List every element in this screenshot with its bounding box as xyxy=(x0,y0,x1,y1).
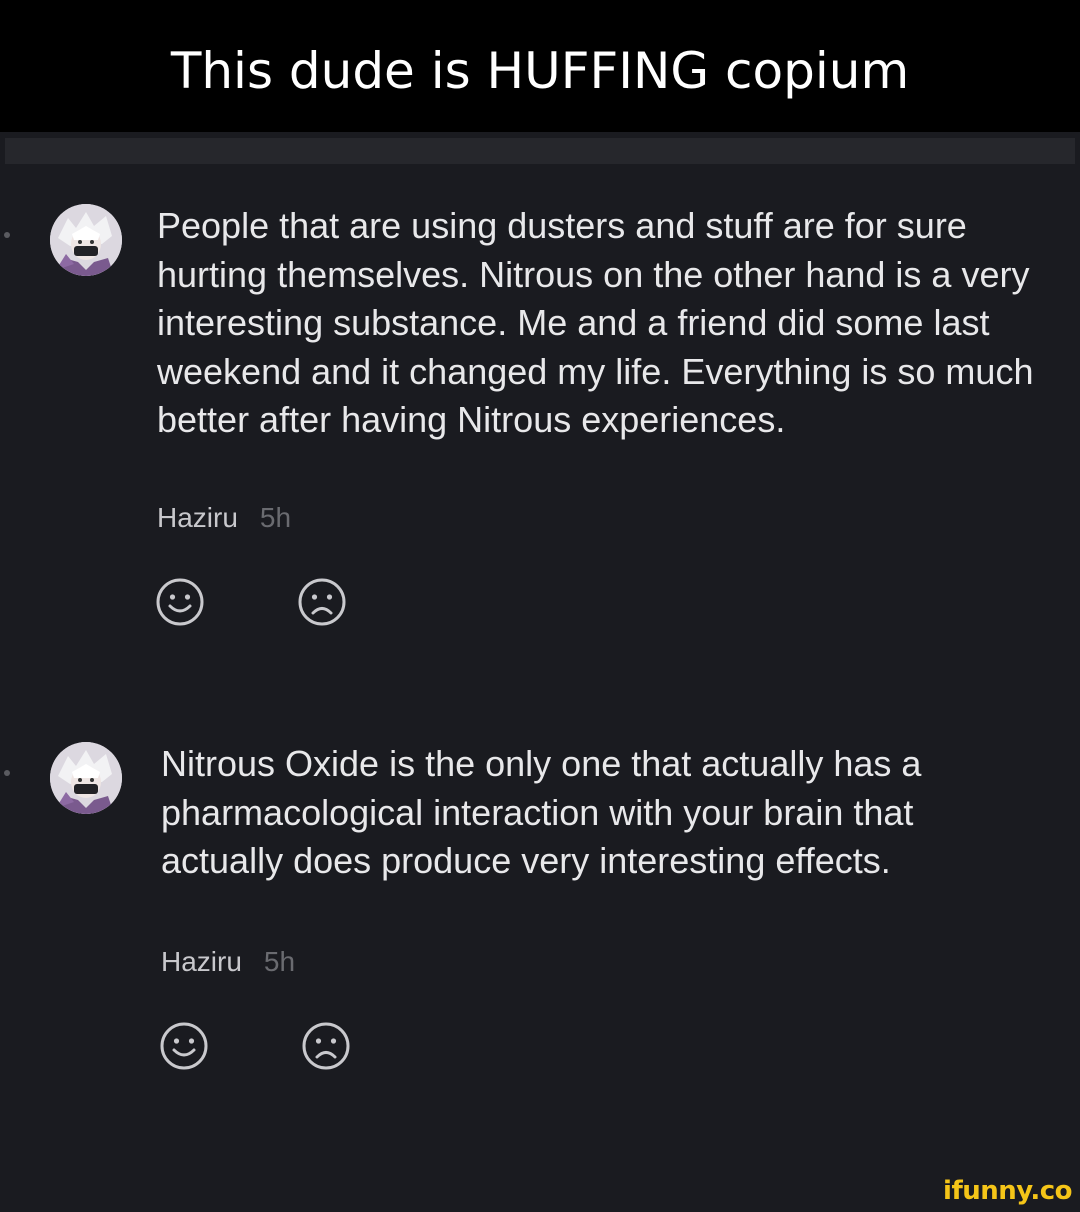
comment-meta: Haziru 5h xyxy=(157,501,291,535)
frown-icon[interactable] xyxy=(300,1020,352,1072)
smile-icon[interactable] xyxy=(158,1020,210,1072)
frown-icon[interactable] xyxy=(296,576,348,628)
ifunny-watermark: ifunny.co xyxy=(943,1176,1072,1206)
comment-text: Nitrous Oxide is the only one that actua… xyxy=(161,743,922,881)
anime-avatar-icon[interactable] xyxy=(50,204,122,276)
bullet-dot xyxy=(4,770,10,776)
caption-bar: This dude is HUFFING copium xyxy=(0,0,1080,132)
bullet-dot xyxy=(4,232,10,238)
top-strip xyxy=(5,138,1075,164)
comment-author[interactable]: Haziru xyxy=(157,502,238,533)
comment-time: 5h xyxy=(263,946,296,977)
anime-avatar-icon[interactable] xyxy=(50,742,122,814)
screenshot-page: This dude is HUFFING copium People that … xyxy=(0,0,1080,1212)
comment-author[interactable]: Haziru xyxy=(161,946,242,977)
comment-text: People that are using dusters and stuff … xyxy=(157,205,1034,440)
comment-time: 5h xyxy=(259,502,292,533)
meme-caption: This dude is HUFFING copium xyxy=(170,42,910,100)
comment-meta: Haziru 5h xyxy=(161,945,295,979)
smile-icon[interactable] xyxy=(154,576,206,628)
